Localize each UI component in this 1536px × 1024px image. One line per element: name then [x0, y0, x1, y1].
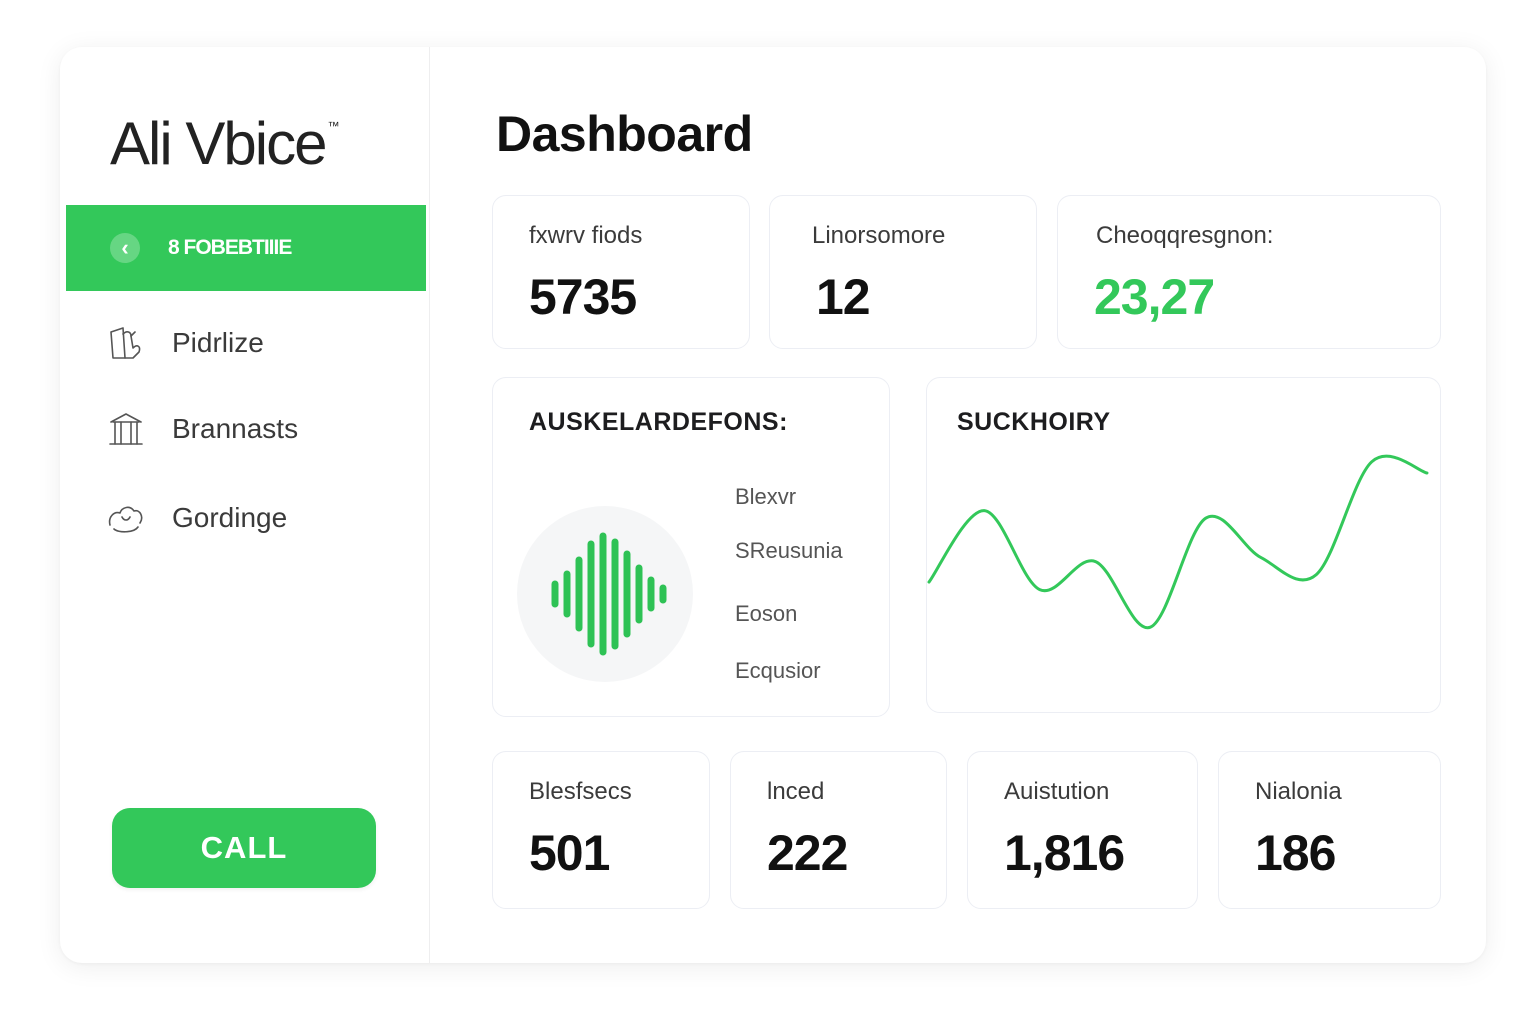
sidebar-item-label: Gordinge: [172, 502, 288, 533]
page-title: Dashboard: [496, 106, 753, 162]
sidebar: Ali Vbice ™ ‹ 8 FOBEBTIIIE Pidrlize Bran…: [60, 47, 430, 963]
waveform-badge: [517, 506, 693, 682]
app-logo: Ali Vbice ™: [110, 109, 339, 178]
stat-card[interactable]: fxwrv fiods 5735: [492, 195, 750, 349]
card-title: AUSKELARDEFONS:: [529, 408, 788, 436]
legend-item: SReusunia: [735, 538, 843, 563]
logo-text: Ali Vbice: [110, 110, 327, 177]
legend-item: Ecqusior: [735, 658, 821, 683]
sidebar-item-label: 8 FOBEBTIIIE: [168, 236, 292, 259]
stat-card[interactable]: Cheoqqresgnon: 23,27: [1057, 195, 1441, 349]
stat-label: Nialonia: [1255, 778, 1342, 805]
chevron-left-icon[interactable]: ‹: [110, 233, 140, 263]
sidebar-item-active[interactable]: ‹ 8 FOBEBTIIIE: [66, 205, 426, 291]
line-chart-card[interactable]: SUCKHOIRY: [926, 377, 1441, 713]
building-icon: [106, 409, 146, 449]
stat-card[interactable]: Linorsomore 12: [769, 195, 1037, 349]
stat-label: Cheoqqresgnon:: [1096, 222, 1274, 249]
legend-item: Blexvr: [735, 484, 797, 509]
stat-value-highlight: 23,27: [1094, 269, 1215, 325]
stat-value: 186: [1255, 825, 1336, 881]
stat-value: 1,816: [1004, 825, 1125, 881]
call-button[interactable]: CALL: [112, 808, 376, 888]
stat-value: 222: [767, 825, 848, 881]
stat-card[interactable]: Nialonia 186: [1218, 751, 1441, 909]
stat-label: fxwrv fiods: [529, 222, 643, 249]
app-window: Ali Vbice ™ ‹ 8 FOBEBTIIIE Pidrlize Bran…: [60, 47, 1486, 963]
hand-icon: [106, 323, 146, 363]
stat-value: 12: [816, 269, 871, 325]
legend-item: Eoson: [735, 601, 798, 626]
stat-card[interactable]: Auistution 1,816: [967, 751, 1198, 909]
stat-card[interactable]: Blesfsecs 501: [492, 751, 710, 909]
hands-icon: [106, 498, 146, 538]
sidebar-item-gordinge[interactable]: Gordinge: [106, 494, 287, 542]
sidebar-item-pidrlize[interactable]: Pidrlize: [106, 319, 264, 367]
stat-label: lnced: [767, 778, 825, 805]
sidebar-item-label: Pidrlize: [172, 327, 264, 358]
sidebar-item-brannasts[interactable]: Brannasts: [106, 405, 298, 453]
series-line: [927, 454, 1429, 629]
stat-value: 501: [529, 825, 610, 881]
audio-card[interactable]: AUSKELARDEFONS: Blexvr SReusunia Eoson E…: [492, 377, 890, 717]
waveform-icon: [551, 532, 667, 656]
stat-value: 5735: [529, 269, 637, 325]
trademark-mark: ™: [327, 119, 340, 133]
stat-label: Linorsomore: [812, 222, 946, 249]
stat-card[interactable]: lnced 222: [730, 751, 947, 909]
line-chart: [927, 454, 1429, 629]
sidebar-item-label: Brannasts: [172, 413, 299, 444]
stat-label: Blesfsecs: [529, 778, 632, 805]
stat-label: Auistution: [1004, 778, 1110, 805]
